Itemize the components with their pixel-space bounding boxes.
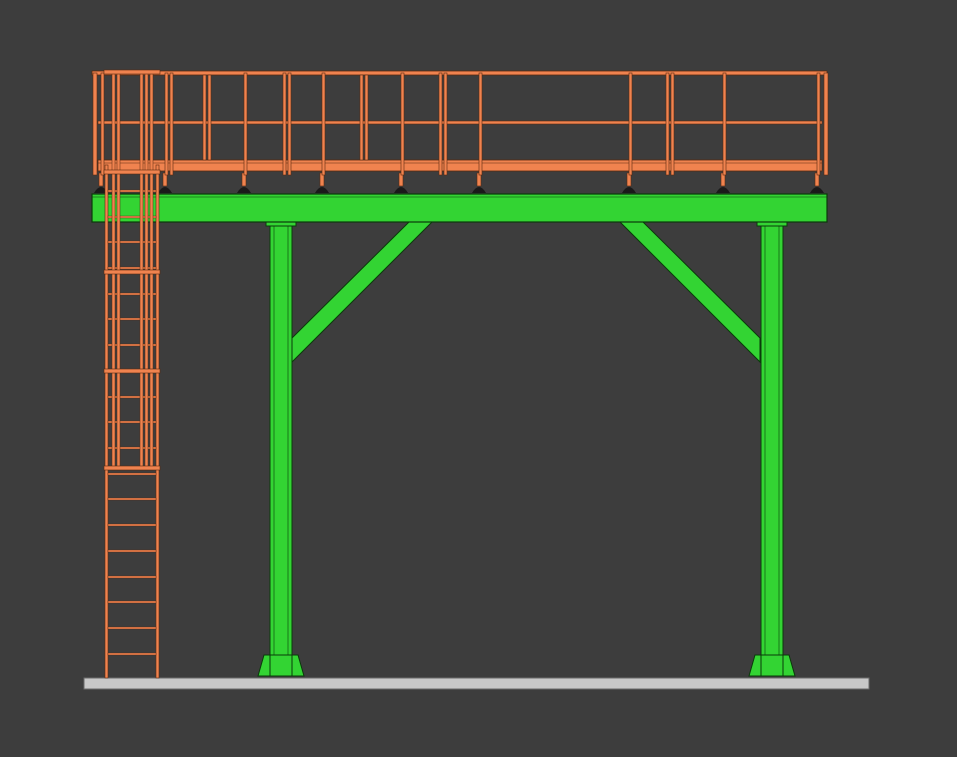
cage-hoop-0 <box>103 69 161 75</box>
railing-top-rail <box>91 70 828 76</box>
ladder-rung-15 <box>107 575 157 579</box>
platform-elevation-drawing <box>83 69 870 690</box>
railing-mid-rail <box>97 120 823 125</box>
ladder-stile-left <box>104 164 109 679</box>
fastener-foot-3 <box>315 187 329 193</box>
railing-post-17 <box>665 72 670 176</box>
structure-viewport[interactable] <box>0 0 957 757</box>
ladder-rung-16 <box>107 600 157 604</box>
railing-post-2 <box>164 72 169 176</box>
railing-post-4 <box>202 74 207 161</box>
column-base-left <box>257 654 305 677</box>
railing-post-6 <box>243 72 248 176</box>
railing-post-0 <box>92 72 98 176</box>
railing-post-20 <box>816 72 821 176</box>
deck-beam <box>91 193 828 223</box>
railing-post-18 <box>670 72 675 176</box>
ladder-rung-13 <box>107 523 157 527</box>
column-right-shaft <box>760 225 784 657</box>
railing-post-15 <box>478 72 483 176</box>
ladder-rung-17 <box>107 626 157 630</box>
railing <box>91 70 828 172</box>
railing-post-9 <box>321 72 326 176</box>
railing-post-12 <box>400 72 405 176</box>
column-right <box>756 220 788 657</box>
fastener-foot-7 <box>716 187 730 193</box>
railing-post-16 <box>628 72 633 176</box>
fastener-foot-1 <box>158 187 172 193</box>
railing-post-10 <box>359 74 364 161</box>
fastener-foot-5 <box>472 187 486 193</box>
brace-right <box>618 221 761 364</box>
fastener-foot-8 <box>810 187 824 193</box>
column-left <box>265 220 297 657</box>
fastener-foot-6 <box>622 187 636 193</box>
column-base-left-gusset <box>257 654 305 677</box>
cage-hoop-1 <box>103 169 161 175</box>
column-left-shaft <box>269 225 293 657</box>
floor-slab <box>83 677 870 690</box>
ladder-rung-11 <box>107 472 157 476</box>
railing-post-13 <box>438 72 443 176</box>
ladder-rung-18 <box>107 652 157 656</box>
railing-post-3 <box>169 72 174 176</box>
railing-post-8 <box>287 72 292 176</box>
railing-post-11 <box>364 74 369 161</box>
fastener-foot-4 <box>394 187 408 193</box>
column-base-right <box>748 654 796 677</box>
ladder-stile-right <box>155 164 160 679</box>
railing-post-14 <box>443 72 448 176</box>
cage-hoop-3 <box>103 368 161 374</box>
column-base-right-gusset <box>748 654 796 677</box>
brace-left <box>291 221 434 364</box>
railing-post-21 <box>823 72 829 176</box>
ladder-rung-14 <box>107 549 157 553</box>
railing-post-7 <box>282 72 287 176</box>
ladder-cage <box>103 69 161 471</box>
toe-board <box>97 159 823 172</box>
ladder-rung-12 <box>107 497 157 501</box>
fastener-foot-2 <box>237 187 251 193</box>
cage-hoop-2 <box>103 269 161 275</box>
railing-post-1 <box>100 72 105 176</box>
deck-fasteners <box>94 172 824 193</box>
railing-post-19 <box>722 72 727 176</box>
cage-hoop-4 <box>103 465 161 471</box>
railing-post-5 <box>207 74 212 161</box>
